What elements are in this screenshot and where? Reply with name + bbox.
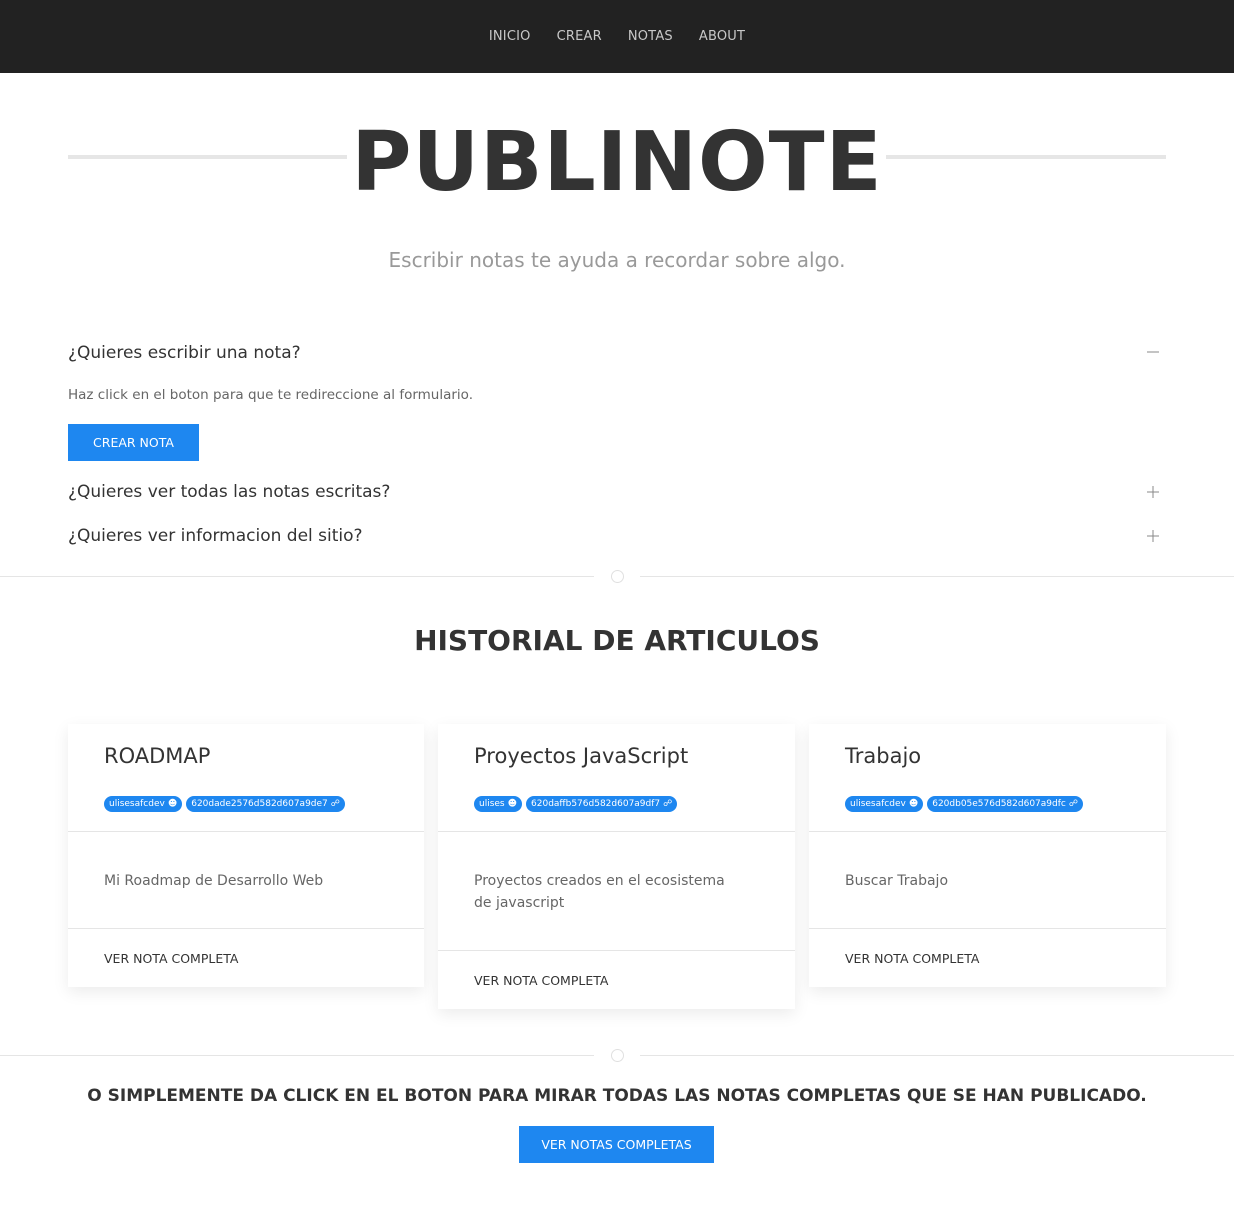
divider-circle-icon <box>611 570 624 583</box>
create-note-button[interactable]: CREAR NOTA <box>68 424 199 461</box>
card-badges: ulisesafcdev ☻ 620dade2576d582d607a9de7 ☍ <box>104 796 345 812</box>
nav-link-notas[interactable]: NOTAS <box>628 29 673 44</box>
hero-title: PUBLINOTE <box>351 115 883 210</box>
history-title: HISTORIAL DE ARTICULOS <box>414 624 820 657</box>
link-icon: ☍ <box>663 799 673 809</box>
card-footer-divider <box>68 928 424 929</box>
divider-line <box>0 1055 594 1056</box>
view-note-link[interactable]: VER NOTA COMPLETA <box>104 951 238 966</box>
divider-circle-icon <box>611 1049 624 1062</box>
card-footer-divider <box>438 950 795 951</box>
nav-link-inicio[interactable]: INICIO <box>489 29 531 44</box>
accordion-title-write-note[interactable]: ¿Quieres escribir una nota? <box>68 343 301 363</box>
article-card: Trabajo ulisesafcdev ☻ 620db05e576d582d60… <box>809 724 1166 987</box>
divider-line <box>640 576 1234 577</box>
user-icon: ☻ <box>507 799 518 809</box>
accordion-content-text: Haz click en el boton para que te redire… <box>68 387 473 403</box>
divider-line <box>0 576 594 577</box>
link-icon: ☍ <box>1068 799 1078 809</box>
accordion-title-site-info[interactable]: ¿Quieres ver informacion del sitio? <box>68 526 363 546</box>
footer-cta-text: O SIMPLEMENTE DA CLICK EN EL BOTON PARA … <box>87 1086 1147 1106</box>
card-badges: ulisesafcdev ☻ 620db05e576d582d607a9dfc ☍ <box>845 796 1083 812</box>
card-footer-divider <box>809 928 1166 929</box>
card-header: Trabajo ulisesafcdev ☻ 620db05e576d582d60… <box>809 724 1166 832</box>
article-card: ROADMAP ulisesafcdev ☻ 620dade2576d582d60… <box>68 724 424 987</box>
user-icon: ☻ <box>908 799 919 809</box>
nav-link-about[interactable]: ABOUT <box>699 29 745 44</box>
card-description: Proyectos creados en el ecosistema de ja… <box>474 873 725 911</box>
card-badges: ulises ☻ 620daffb576d582d607a9df7 ☍ <box>474 796 678 812</box>
divider-line <box>640 1055 1234 1056</box>
nav-link-crear[interactable]: CREAR <box>557 29 602 44</box>
minus-icon[interactable] <box>1143 342 1163 362</box>
plus-icon[interactable] <box>1143 482 1163 502</box>
author-name: ulisesafcdev <box>850 799 906 809</box>
accordion-title-view-notes[interactable]: ¿Quieres ver todas las notas escritas? <box>68 482 390 502</box>
card-header: Proyectos JavaScript ulises ☻ 620daffb576… <box>438 724 795 832</box>
card-description: Mi Roadmap de Desarrollo Web <box>104 873 324 889</box>
id-badge[interactable]: 620daffb576d582d607a9df7 ☍ <box>526 796 678 812</box>
view-all-notes-button[interactable]: VER NOTAS COMPLETAS <box>519 1126 714 1163</box>
view-note-link[interactable]: VER NOTA COMPLETA <box>845 951 979 966</box>
card-header: ROADMAP ulisesafcdev ☻ 620dade2576d582d60… <box>68 724 424 832</box>
article-card: Proyectos JavaScript ulises ☻ 620daffb576… <box>438 724 795 1009</box>
user-icon: ☻ <box>167 799 178 809</box>
author-badge: ulisesafcdev ☻ <box>845 796 924 812</box>
view-note-link[interactable]: VER NOTA COMPLETA <box>474 973 608 988</box>
author-badge: ulisesafcdev ☻ <box>104 796 183 812</box>
card-title: Trabajo <box>845 744 922 768</box>
card-description: Buscar Trabajo <box>845 873 949 889</box>
author-badge: ulises ☻ <box>474 796 523 812</box>
plus-icon[interactable] <box>1143 526 1163 546</box>
hero-subtitle: Escribir notas te ayuda a recordar sobre… <box>388 248 846 272</box>
author-name: ulisesafcdev <box>109 799 165 809</box>
top-navbar: INICIO CREAR NOTAS ABOUT <box>0 0 1234 73</box>
note-id: 620dade2576d582d607a9de7 <box>191 799 328 809</box>
id-badge[interactable]: 620dade2576d582d607a9de7 ☍ <box>186 796 345 812</box>
author-name: ulises <box>479 799 505 809</box>
card-title: ROADMAP <box>104 744 211 768</box>
id-badge[interactable]: 620db05e576d582d607a9dfc ☍ <box>927 796 1083 812</box>
card-title: Proyectos JavaScript <box>474 744 689 768</box>
note-id: 620db05e576d582d607a9dfc <box>932 799 1066 809</box>
note-id: 620daffb576d582d607a9df7 <box>531 799 661 809</box>
link-icon: ☍ <box>330 799 340 809</box>
